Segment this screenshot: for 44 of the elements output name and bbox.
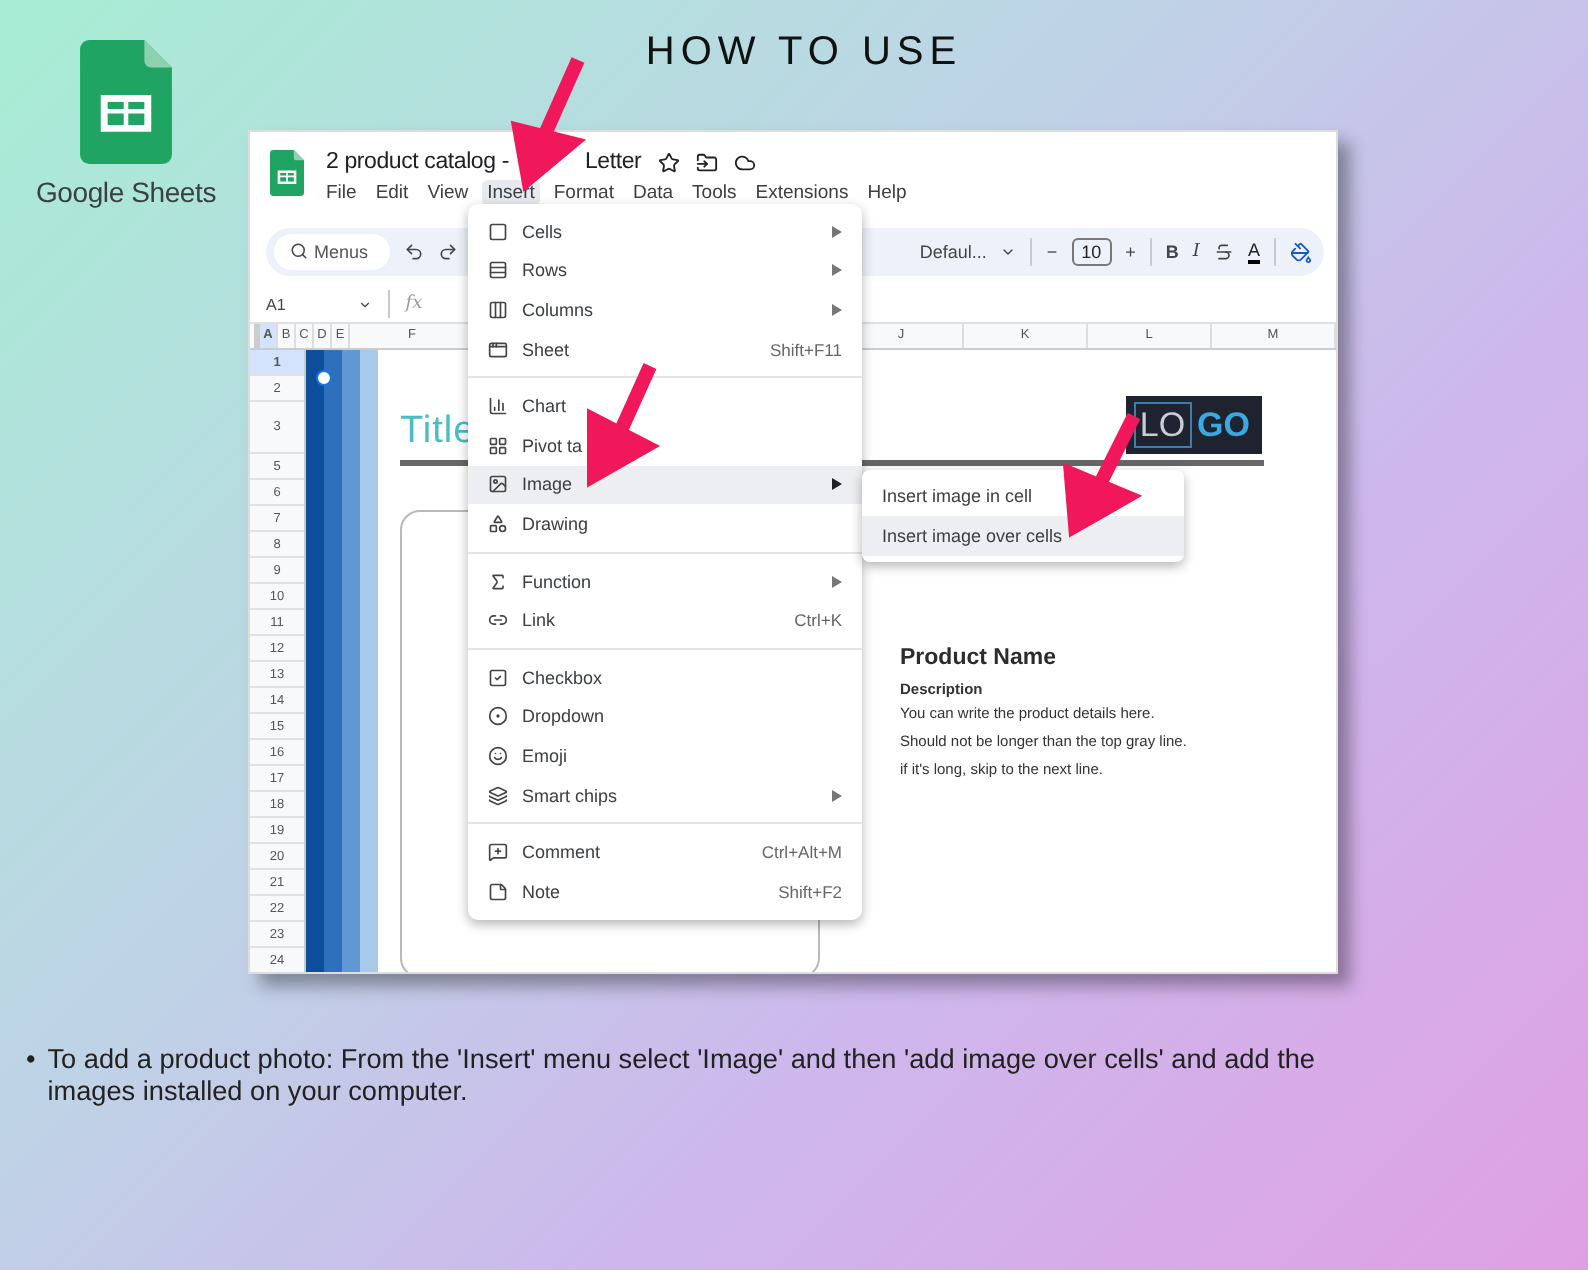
- menu-option[interactable]: Chart: [468, 386, 862, 426]
- menu-option[interactable]: Link Ctrl+K: [468, 600, 862, 640]
- menu-option[interactable]: Rows: [468, 251, 862, 291]
- menu-item[interactable]: Help: [861, 180, 913, 206]
- menu-option[interactable]: Function: [468, 561, 862, 601]
- bullet: •: [26, 1044, 36, 1078]
- menu-option[interactable]: Image: [468, 465, 862, 505]
- menu-option[interactable]: Checkbox: [468, 657, 862, 698]
- menu-option[interactable]: Cells: [468, 212, 862, 252]
- formula-label: fx: [405, 294, 423, 314]
- search-field[interactable]: Menus: [274, 234, 390, 270]
- decrease-size-button[interactable]: −: [1046, 242, 1058, 262]
- logo-text: GO: [1197, 405, 1250, 445]
- cell-reference[interactable]: A1: [266, 295, 286, 313]
- menu-item[interactable]: Data: [626, 180, 680, 206]
- menu-item[interactable]: Edit: [369, 180, 415, 206]
- increase-size-button[interactable]: +: [1125, 242, 1136, 262]
- menu-option[interactable]: Emoji: [468, 736, 862, 776]
- menu-option[interactable]: Comment Ctrl+Alt+M: [468, 832, 862, 872]
- menu-option[interactable]: Pivot ta: [468, 425, 862, 466]
- menu-option[interactable]: Columns: [468, 290, 862, 330]
- product-name: Product Name: [900, 646, 1058, 670]
- page-heading: HOW TO USE: [645, 28, 963, 78]
- document-title: Letter: [584, 150, 642, 174]
- text-color-button[interactable]: A: [1247, 241, 1260, 263]
- font-selector[interactable]: Defaul...: [919, 242, 987, 262]
- brand-name: Google Sheets: [35, 176, 217, 208]
- menu-option[interactable]: Smart chips: [468, 775, 862, 815]
- document-title: 2 product catalog -: [326, 150, 509, 174]
- menu-option[interactable]: Drawing: [468, 504, 862, 544]
- menu-item[interactable]: Format: [547, 180, 620, 206]
- font-size-field[interactable]: 10: [1071, 238, 1112, 266]
- menu-option[interactable]: Note Shift+F2: [468, 871, 862, 911]
- menu-item[interactable]: Extensions: [749, 180, 855, 206]
- italic-button[interactable]: I: [1192, 242, 1200, 262]
- menu-option[interactable]: Dropdown: [468, 697, 862, 737]
- menu-item[interactable]: File: [320, 180, 363, 206]
- logo-text: LO: [1133, 402, 1192, 448]
- instruction-text: To add a product photo: From the 'Insert' menu select 'Image' and then 'add image over cells' and add the images installed on your computer.: [47, 1044, 1317, 1110]
- bold-button[interactable]: B: [1165, 242, 1179, 262]
- menu-option[interactable]: Insert image in cell: [862, 476, 1184, 516]
- menu-item[interactable]: Tools: [686, 180, 743, 206]
- menu-item[interactable]: View: [421, 180, 475, 206]
- menu-option[interactable]: Insert image over cells: [862, 516, 1184, 556]
